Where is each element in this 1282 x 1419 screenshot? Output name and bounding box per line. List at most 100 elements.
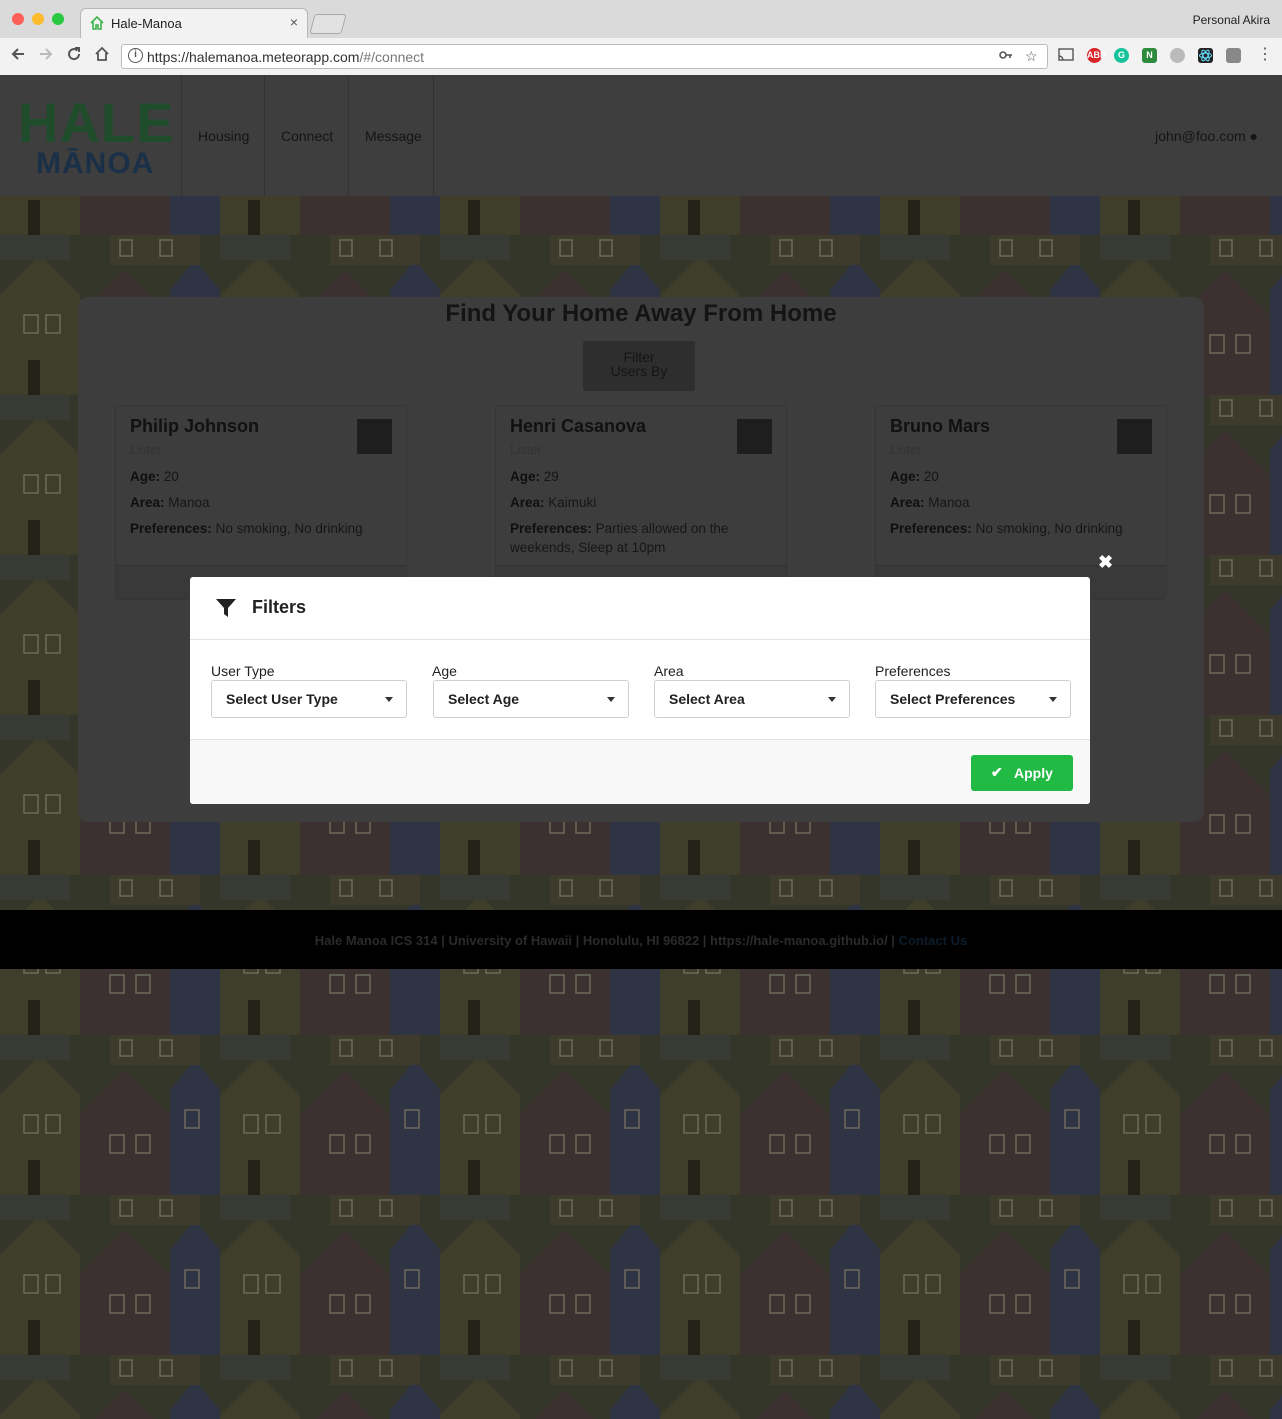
age-value: 20 (923, 469, 939, 484)
tab-close-icon[interactable]: × (290, 14, 298, 30)
sync-extension-icon[interactable] (1226, 48, 1241, 63)
menu-dots-icon[interactable]: ⋮ (1257, 47, 1273, 63)
browser-tab[interactable]: Hale-Manoa × (80, 8, 308, 38)
card-age: Age: 20 (130, 467, 392, 486)
bookmark-star-icon[interactable]: ☆ (1025, 48, 1038, 65)
nav-divider (264, 75, 265, 196)
user-type-value: Select User Type (226, 691, 338, 707)
area-value: Manoa (168, 495, 210, 510)
home-icon[interactable] (94, 46, 110, 67)
user-type-dropdown[interactable]: Select User Type (211, 680, 407, 718)
filters-modal: Filters User Type Select User Type Age S… (190, 577, 1090, 804)
contact-us-link[interactable]: Contact Us (899, 933, 968, 948)
preferences-dropdown[interactable]: Select Preferences (875, 680, 1071, 718)
nav-item-connect[interactable]: Connect (281, 128, 333, 144)
card-preferences: Preferences: No smoking, No drinking (890, 519, 1152, 538)
user-card[interactable]: Bruno Mars Lister Age: 20 Area: Manoa Pr… (875, 405, 1167, 600)
age-dropdown[interactable]: Select Age (433, 680, 629, 718)
area-value: Select Area (669, 691, 745, 707)
cast-icon[interactable] (1058, 48, 1074, 68)
minimize-window-button[interactable] (32, 13, 44, 25)
nav-divider (181, 75, 182, 196)
new-tab-button[interactable] (309, 14, 347, 34)
site-footer: Hale Manoa ICS 314 | University of Hawai… (0, 910, 1282, 969)
modal-actions: ✔ Apply (190, 739, 1090, 804)
preferences-value: No smoking, No drinking (975, 521, 1123, 536)
apply-button-label: Apply (1014, 765, 1053, 781)
area-value: Manoa (928, 495, 970, 510)
site-logo[interactable]: HALE (18, 90, 174, 155)
caret-down-icon (607, 697, 615, 702)
card-age: Age: 29 (510, 467, 772, 486)
back-arrow-icon[interactable] (10, 46, 26, 67)
reload-icon[interactable] (66, 46, 82, 67)
age-value: 20 (163, 469, 179, 484)
card-area: Area: Manoa (130, 493, 392, 512)
preferences-label: Preferences: (890, 521, 972, 536)
zoom-window-button[interactable] (52, 13, 64, 25)
area-dropdown[interactable]: Select Area (654, 680, 850, 718)
key-icon[interactable] (999, 48, 1013, 65)
preferences-value: No smoking, No drinking (215, 521, 363, 536)
filter-button-label-2: Users By (610, 363, 668, 379)
nav-divider (433, 75, 434, 196)
modal-title: Filters (252, 597, 307, 617)
site-logo-subtitle[interactable]: MĀNOA (36, 147, 154, 181)
card-name: Bruno Mars (890, 416, 991, 436)
home-favicon-icon (90, 15, 104, 35)
age-label: Age: (510, 469, 540, 484)
card-name: Philip Johnson (130, 416, 259, 436)
area-label: Area: (510, 495, 545, 510)
preferences-label: Preferences: (130, 521, 212, 536)
site-navbar: HALE MĀNOA Housing Connect Message john@… (0, 75, 1282, 196)
avatar (357, 419, 392, 454)
card-area: Area: Kaimuki (510, 493, 772, 512)
palette-extension-icon[interactable] (1170, 48, 1185, 63)
filter-funnel-icon (215, 597, 237, 624)
footer-info: Hale Manoa ICS 314 | University of Hawai… (314, 933, 895, 948)
age-value: Select Age (448, 691, 520, 707)
card-role: Lister (510, 442, 542, 457)
card-preferences: Preferences: Parties allowed on the week… (510, 519, 772, 557)
card-preferences: Preferences: No smoking, No drinking (130, 519, 392, 538)
apply-button[interactable]: ✔ Apply (971, 755, 1073, 791)
browser-profile-name[interactable]: Personal Akira (1193, 13, 1270, 27)
close-window-button[interactable] (12, 13, 24, 25)
checkmark-icon: ✔ (991, 764, 1003, 780)
modal-header: Filters (190, 577, 1090, 640)
url-path: /#/connect (359, 49, 425, 65)
filter-users-button[interactable]: Filter Users By (583, 341, 695, 391)
adblock-extension-icon[interactable]: ABP (1087, 48, 1106, 63)
caret-down-icon (828, 697, 836, 702)
user-card[interactable]: Philip Johnson Lister Age: 20 Area: Mano… (115, 405, 407, 600)
page-title: Find Your Home Away From Home (445, 300, 837, 327)
card-role: Lister (890, 442, 922, 457)
nav-item-message[interactable]: Message (365, 128, 422, 144)
card-name: Henri Casanova (510, 416, 647, 436)
caret-down-icon (385, 697, 393, 702)
area-label: Area: (130, 495, 165, 510)
user-email: john@foo.com (1155, 128, 1246, 144)
avatar (737, 419, 772, 454)
preferences-label: Preferences (875, 663, 951, 679)
caret-down-icon (1049, 697, 1057, 702)
browser-toolbar: i https://halemanoa.meteorapp.com/#/conn… (0, 38, 1282, 75)
address-bar[interactable]: i https://halemanoa.meteorapp.com/#/conn… (121, 44, 1048, 69)
user-menu[interactable]: john@foo.com ● (1155, 128, 1258, 144)
forward-arrow-icon[interactable] (38, 46, 54, 67)
area-label: Area (654, 663, 684, 679)
user-type-label: User Type (211, 663, 275, 679)
nav-item-housing[interactable]: Housing (198, 128, 249, 144)
info-icon[interactable]: i (128, 48, 143, 63)
card-area: Area: Manoa (890, 493, 1152, 512)
age-label: Age: (130, 469, 160, 484)
n-extension-icon[interactable]: N (1142, 48, 1157, 63)
nav-divider (348, 75, 349, 196)
close-modal-icon[interactable]: ✖ (1098, 552, 1113, 573)
react-extension-icon[interactable] (1198, 48, 1213, 63)
preferences-value: Select Preferences (890, 691, 1016, 707)
user-card[interactable]: Henri Casanova Lister Age: 29 Area: Kaim… (495, 405, 787, 600)
preferences-label: Preferences: (510, 521, 592, 536)
grammarly-extension-icon[interactable]: G (1114, 48, 1129, 63)
filter-button-label-1: Filter (623, 349, 655, 365)
